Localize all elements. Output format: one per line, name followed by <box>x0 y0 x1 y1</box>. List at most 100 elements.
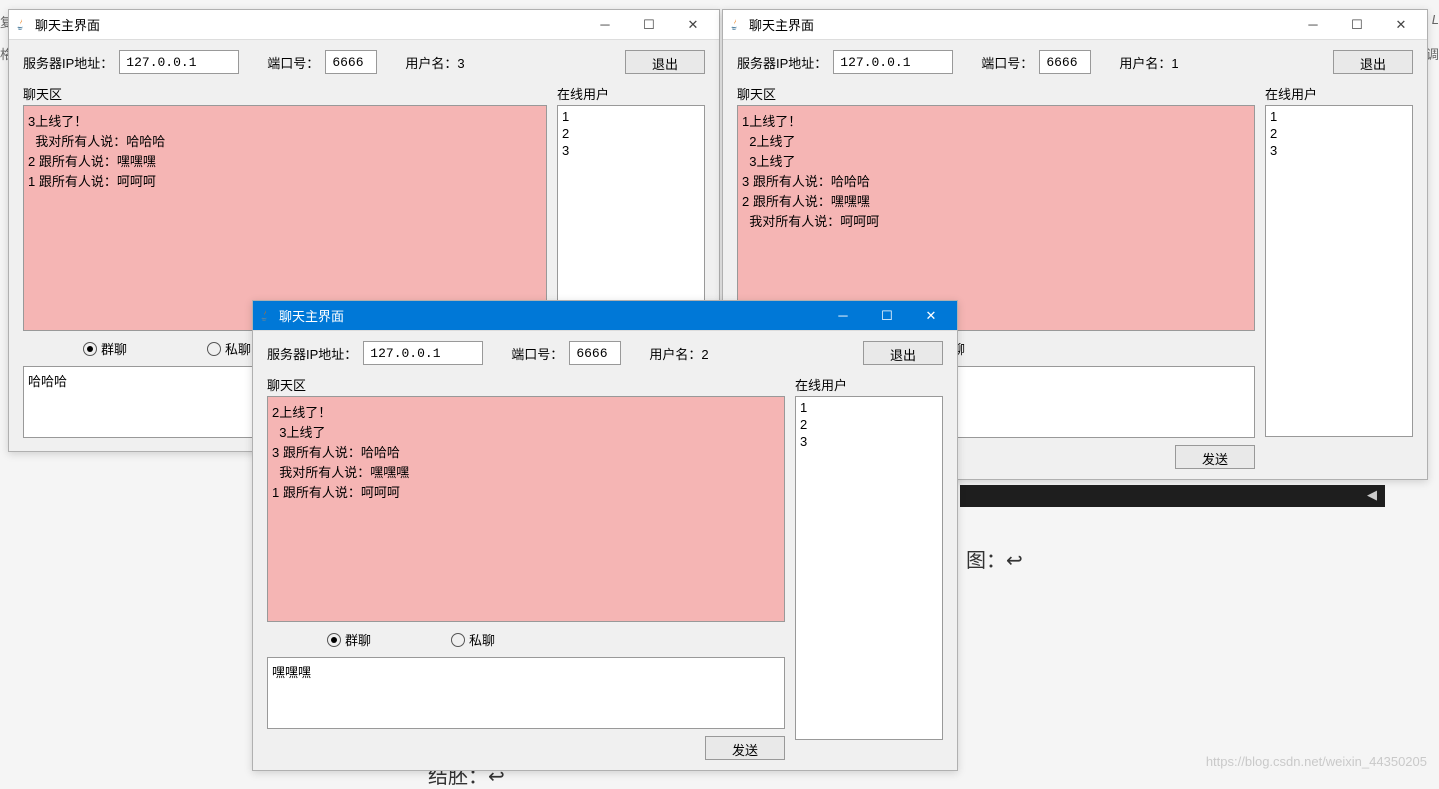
private-chat-radio[interactable]: 私聊 <box>207 339 251 358</box>
radio-icon <box>327 633 341 647</box>
edge-char: L <box>1432 12 1439 27</box>
maximize-button[interactable]: ☐ <box>627 11 671 39</box>
chat-line: 1 跟所有人说：呵呵呵 <box>28 172 542 192</box>
user-list-item[interactable]: 3 <box>1270 142 1408 159</box>
send-row: 发送 <box>267 732 785 760</box>
chat-line: 1上线了！ <box>742 112 1250 132</box>
chat-area[interactable]: 2上线了！ 3上线了3 跟所有人说：哈哈哈 我对所有人说：嘿嘿嘿1 跟所有人说：… <box>267 396 785 622</box>
chat-line: 2 跟所有人说：嘿嘿嘿 <box>742 192 1250 212</box>
close-button[interactable]: ✕ <box>1379 11 1423 39</box>
port-input[interactable] <box>325 50 377 74</box>
chat-line: 3上线了 <box>272 423 780 443</box>
background-text: 图：↩ <box>966 544 1023 573</box>
java-icon <box>727 17 743 33</box>
chat-window-2: 聊天主界面 ─ ☐ ✕ 服务器IP地址： 端口号： 用户名：2 退出聊天区2上线… <box>252 300 958 771</box>
group-chat-radio[interactable]: 群聊 <box>83 339 127 358</box>
port-label: 端口号： <box>267 53 319 72</box>
chat-line: 2 跟所有人说：嘿嘿嘿 <box>28 152 542 172</box>
background-dark-strip: ◀ <box>960 485 1385 507</box>
chat-area-label: 聊天区 <box>23 84 547 103</box>
send-button[interactable]: 发送 <box>705 736 785 760</box>
maximize-button[interactable]: ☐ <box>1335 11 1379 39</box>
maximize-button[interactable]: ☐ <box>865 302 909 330</box>
server-ip-input[interactable] <box>119 50 239 74</box>
group-chat-radio-label: 群聊 <box>101 339 127 358</box>
radio-icon <box>83 342 97 356</box>
chat-column: 聊天区2上线了！ 3上线了3 跟所有人说：哈哈哈 我对所有人说：嘿嘿嘿1 跟所有… <box>267 375 785 760</box>
minimize-button[interactable]: ─ <box>583 11 627 39</box>
connection-bar: 服务器IP地址： 端口号： 用户名：2 退出 <box>267 341 943 365</box>
port-label: 端口号： <box>511 344 563 363</box>
chat-area[interactable]: 3上线了！ 我对所有人说：哈哈哈2 跟所有人说：嘿嘿嘿1 跟所有人说：呵呵呵 <box>23 105 547 331</box>
chat-line: 3上线了 <box>742 152 1250 172</box>
online-users-label: 在线用户 <box>795 375 943 394</box>
titlebar[interactable]: 聊天主界面 ─ ☐ ✕ <box>9 10 719 40</box>
server-ip-label: 服务器IP地址： <box>23 53 113 72</box>
chat-line: 2上线了！ <box>272 403 780 423</box>
minimize-button[interactable]: ─ <box>1291 11 1335 39</box>
online-users-label: 在线用户 <box>557 84 705 103</box>
close-button[interactable]: ✕ <box>909 302 953 330</box>
username-label: 用户名：1 <box>1119 53 1178 72</box>
chat-mode-radios: 群聊 私聊 <box>267 622 785 657</box>
server-ip-label: 服务器IP地址： <box>267 344 357 363</box>
chat-line: 3 跟所有人说：哈哈哈 <box>742 172 1250 192</box>
port-input[interactable] <box>569 341 621 365</box>
window-title: 聊天主界面 <box>749 15 1291 34</box>
user-list-item[interactable]: 3 <box>562 142 700 159</box>
user-list-item[interactable]: 1 <box>562 108 700 125</box>
username-label: 用户名：2 <box>649 344 708 363</box>
port-label: 端口号： <box>981 53 1033 72</box>
titlebar[interactable]: 聊天主界面 ─ ☐ ✕ <box>723 10 1427 40</box>
close-button[interactable]: ✕ <box>671 11 715 39</box>
window-title: 聊天主界面 <box>35 15 583 34</box>
port-input[interactable] <box>1039 50 1091 74</box>
online-users-list[interactable]: 123 <box>795 396 943 740</box>
exit-button[interactable]: 退出 <box>1333 50 1413 74</box>
chat-line: 我对所有人说：嘿嘿嘿 <box>272 463 780 483</box>
connection-bar: 服务器IP地址： 端口号： 用户名：3 退出 <box>23 50 705 74</box>
private-chat-radio[interactable]: 私聊 <box>451 630 495 649</box>
radio-icon <box>207 342 221 356</box>
minimize-button[interactable]: ─ <box>821 302 865 330</box>
radio-icon <box>451 633 465 647</box>
chat-line: 我对所有人说：哈哈哈 <box>28 132 542 152</box>
group-chat-radio[interactable]: 群聊 <box>327 630 371 649</box>
titlebar[interactable]: 聊天主界面 ─ ☐ ✕ <box>253 301 957 331</box>
user-list-item[interactable]: 2 <box>1270 125 1408 142</box>
user-list-item[interactable]: 2 <box>800 416 938 433</box>
body-columns: 聊天区2上线了！ 3上线了3 跟所有人说：哈哈哈 我对所有人说：嘿嘿嘿1 跟所有… <box>267 375 943 760</box>
exit-button[interactable]: 退出 <box>625 50 705 74</box>
private-chat-radio-label: 私聊 <box>469 630 495 649</box>
chat-line: 2上线了 <box>742 132 1250 152</box>
message-input[interactable] <box>267 657 785 729</box>
private-chat-radio-label: 私聊 <box>225 339 251 358</box>
chat-area-label: 聊天区 <box>737 84 1255 103</box>
user-list-item[interactable]: 1 <box>1270 108 1408 125</box>
send-button[interactable]: 发送 <box>1175 445 1255 469</box>
connection-bar: 服务器IP地址： 端口号： 用户名：1 退出 <box>737 50 1413 74</box>
chat-line: 我对所有人说：呵呵呵 <box>742 212 1250 232</box>
server-ip-label: 服务器IP地址： <box>737 53 827 72</box>
server-ip-input[interactable] <box>363 341 483 365</box>
chat-line: 3 跟所有人说：哈哈哈 <box>272 443 780 463</box>
username-label: 用户名：3 <box>405 53 464 72</box>
server-ip-input[interactable] <box>833 50 953 74</box>
online-users-label: 在线用户 <box>1265 84 1413 103</box>
chat-line: 3上线了！ <box>28 112 542 132</box>
window-title: 聊天主界面 <box>279 306 821 325</box>
scroll-left-arrow-icon: ◀ <box>1367 487 1377 503</box>
chat-area[interactable]: 1上线了！ 2上线了 3上线了3 跟所有人说：哈哈哈2 跟所有人说：嘿嘿嘿 我对… <box>737 105 1255 331</box>
watermark: https://blog.csdn.net/weixin_44350205 <box>1206 754 1427 769</box>
chat-line: 1 跟所有人说：呵呵呵 <box>272 483 780 503</box>
window-content: 服务器IP地址： 端口号： 用户名：2 退出聊天区2上线了！ 3上线了3 跟所有… <box>253 331 957 770</box>
users-column: 在线用户 123 <box>795 375 943 760</box>
online-users-list[interactable]: 123 <box>1265 105 1413 437</box>
users-column: 在线用户 123 <box>1265 84 1413 469</box>
user-list-item[interactable]: 3 <box>800 433 938 450</box>
user-list-item[interactable]: 1 <box>800 399 938 416</box>
exit-button[interactable]: 退出 <box>863 341 943 365</box>
java-icon <box>13 17 29 33</box>
java-icon <box>257 308 273 324</box>
user-list-item[interactable]: 2 <box>562 125 700 142</box>
